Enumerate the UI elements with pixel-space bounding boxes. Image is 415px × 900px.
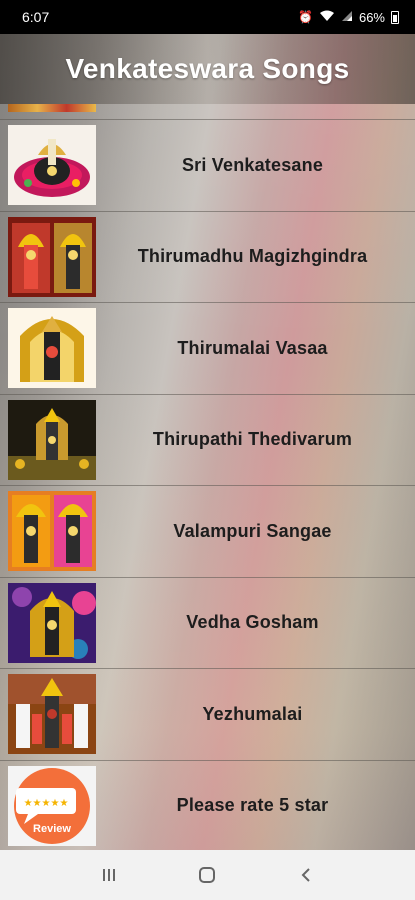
song-title: Thirumadhu Magizhgindra xyxy=(137,246,368,267)
alarm-icon: ⏰ xyxy=(298,10,313,24)
svg-text:Review: Review xyxy=(33,823,71,835)
review-icon: ★★★★★ Review xyxy=(8,765,96,846)
deity-icon xyxy=(8,491,96,572)
deity-icon xyxy=(8,399,96,480)
song-title: Vedha Gosham xyxy=(186,612,319,633)
deity-icon xyxy=(8,216,96,297)
battery-percent: 66% xyxy=(358,9,385,25)
song-title: Yezhumalai xyxy=(202,703,303,724)
app-bar: Venkateswara Songs xyxy=(0,34,415,104)
app-title: Venkateswara Songs xyxy=(65,53,350,84)
svg-text:★★★★★: ★★★★★ xyxy=(24,798,69,809)
signal-icon xyxy=(341,10,353,25)
song-title: Thirupathi Thedivarum xyxy=(152,429,353,450)
rate-app-title: Please rate 5 star xyxy=(176,795,329,816)
battery-icon xyxy=(391,10,399,24)
list-item[interactable]: Thirumadhu Magizhgindra xyxy=(0,212,415,303)
list-item-partial[interactable] xyxy=(0,104,415,120)
list-item[interactable]: Vedha Gosham xyxy=(0,578,415,669)
app-screen: Venkateswara Songs Sri Venkatesane Thiru… xyxy=(0,34,415,850)
deity-icon xyxy=(8,674,96,755)
list-item[interactable]: ★★★★★ Review Please rate 5 star xyxy=(0,761,415,851)
song-title: Valampuri Sangae xyxy=(173,520,332,541)
deity-icon xyxy=(8,125,96,206)
recents-icon[interactable] xyxy=(89,855,129,895)
status-icons: ⏰ 66% xyxy=(298,10,399,25)
deity-icon xyxy=(8,582,96,663)
wifi-icon xyxy=(319,10,335,25)
list-item[interactable]: Yezhumalai xyxy=(0,669,415,761)
list-item[interactable]: Thirumalai Vasaa xyxy=(0,303,415,395)
status-bar: 6:07 ⏰ 66% xyxy=(0,0,415,34)
list-item[interactable]: Thirupathi Thedivarum xyxy=(0,395,415,486)
thumbnail-image xyxy=(8,104,96,112)
song-list[interactable]: Sri Venkatesane Thirumadhu Magizhgindra xyxy=(0,104,415,850)
system-nav-bar xyxy=(0,850,415,900)
song-title: Thirumalai Vasaa xyxy=(177,337,328,358)
list-item[interactable]: Valampuri Sangae xyxy=(0,486,415,578)
deity-icon xyxy=(8,308,96,389)
status-time: 6:07 xyxy=(22,9,50,25)
back-icon[interactable] xyxy=(286,855,326,895)
home-icon[interactable] xyxy=(187,855,227,895)
list-item[interactable]: Sri Venkatesane xyxy=(0,120,415,212)
song-title: Sri Venkatesane xyxy=(181,154,324,175)
